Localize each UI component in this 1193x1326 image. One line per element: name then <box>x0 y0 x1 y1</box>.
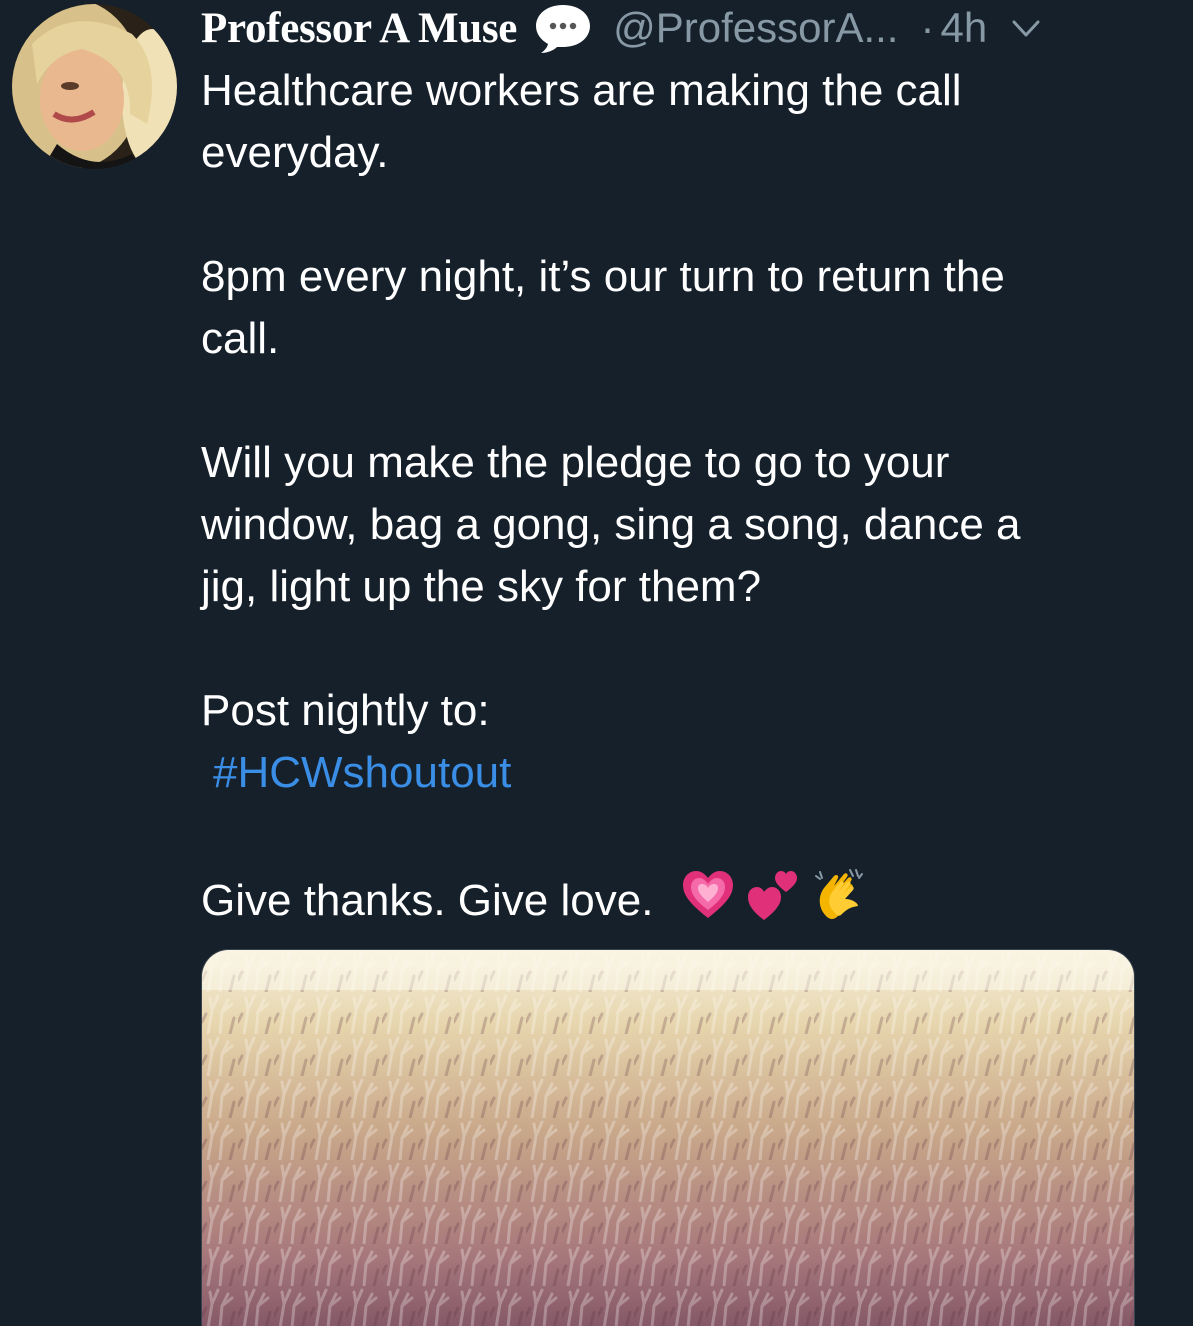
text-line: 8pm every night, it’s our turn to return… <box>201 252 1005 301</box>
tweet[interactable]: Professor A Muse @ProfessorA... · 4h Hea… <box>0 0 1193 1326</box>
chevron-down-icon[interactable] <box>1009 11 1043 45</box>
text-line: jig, light up the sky for them? <box>201 562 762 611</box>
text-line: Post nightly to: <box>201 686 490 735</box>
sparkling-heart-icon <box>680 868 736 939</box>
tweet-text: Healthcare workers are making the call e… <box>201 60 1161 941</box>
closing-line: Give thanks. Give love. <box>201 866 1161 941</box>
display-name[interactable]: Professor A Muse <box>201 4 517 53</box>
closing-text: Give thanks. Give love. <box>201 876 654 926</box>
speech-bubble-icon <box>533 1 593 55</box>
avatar[interactable] <box>12 4 177 169</box>
text-line: everyday. <box>201 128 389 177</box>
handle[interactable]: @ProfessorA... <box>613 4 898 52</box>
separator-dot: · <box>920 4 935 51</box>
timestamp[interactable]: 4h <box>940 4 987 52</box>
two-hearts-icon <box>746 868 802 939</box>
tweet-image[interactable] <box>201 949 1135 1326</box>
text-line: call. <box>201 314 280 363</box>
hashtag-link[interactable]: #HCWshoutout <box>201 748 511 797</box>
text-line: Healthcare workers are making the call <box>201 66 962 115</box>
text-line: window, bag a gong, sing a song, dance a <box>201 500 1021 549</box>
clapping-hands-icon <box>812 866 870 941</box>
tweet-header: Professor A Muse @ProfessorA... · 4h <box>201 0 1161 56</box>
text-line: Will you make the pledge to go to your <box>201 438 950 487</box>
